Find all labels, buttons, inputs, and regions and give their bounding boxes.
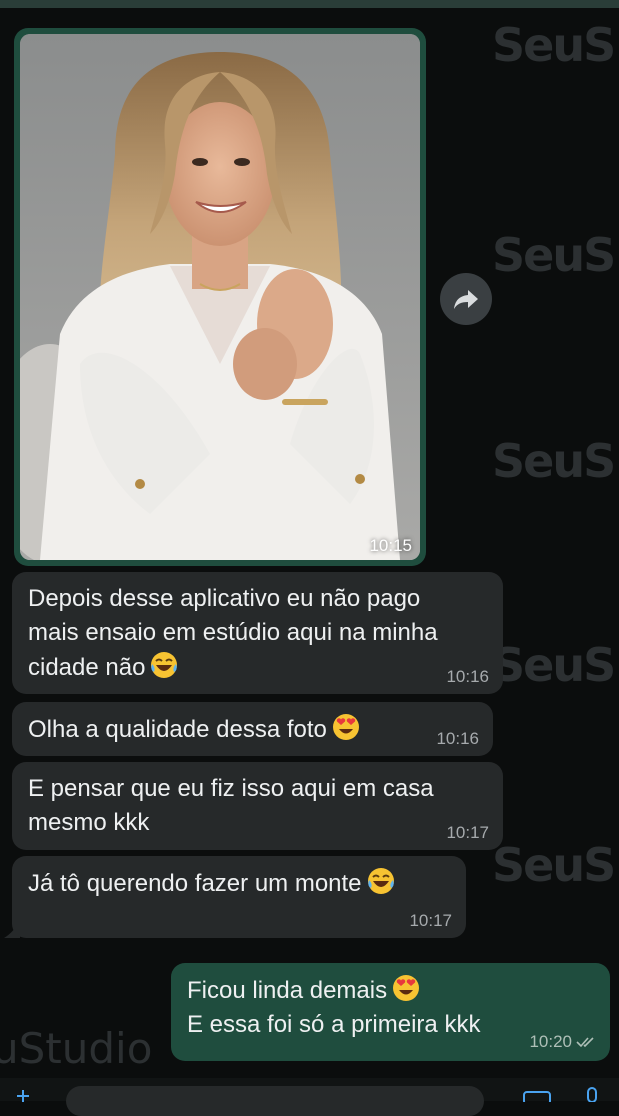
message-time-status: 10:20 — [529, 1032, 596, 1052]
watermark: SeuS — [492, 434, 616, 488]
message-text: Olha a qualidade dessa foto — [28, 716, 327, 743]
outgoing-message[interactable]: Ficou linda demais E essa foi só a prime… — [171, 963, 610, 1061]
incoming-message[interactable]: Já tô querendo fazer um monte 10:17 — [12, 856, 466, 938]
camera-icon[interactable] — [520, 1088, 554, 1102]
message-time: 10:17 — [409, 911, 452, 930]
watermark-bottom: uStudio — [0, 1024, 153, 1073]
message-text: E pensar que eu fiz isso aqui em casa me… — [28, 775, 434, 836]
forward-arrow-icon — [454, 290, 478, 309]
portrait-photo[interactable] — [20, 34, 420, 560]
message-text: Já tô querendo fazer um monte — [28, 870, 362, 897]
message-text-line-1: Ficou linda demais — [187, 973, 594, 1008]
incoming-message[interactable]: Depois desse aplicativo eu não pago mais… — [12, 572, 503, 694]
bubble-tail — [4, 920, 20, 938]
message-time: 10:20 — [529, 1032, 572, 1051]
watermark: SeuS — [492, 638, 616, 692]
heart-eyes-emoji-icon — [332, 714, 359, 740]
laughing-tears-emoji-icon — [151, 652, 178, 678]
laughing-tears-emoji-icon — [367, 868, 394, 894]
message-time: 10:16 — [446, 667, 489, 686]
double-check-read-icon — [576, 1037, 594, 1048]
message-input[interactable] — [66, 1086, 484, 1116]
message-text: Depois desse aplicativo eu não pago mais… — [28, 585, 438, 681]
heart-eyes-emoji-icon — [393, 975, 420, 1001]
message-time: 10:16 — [436, 729, 479, 748]
portrait-illustration — [20, 34, 420, 560]
image-message-bubble[interactable]: 10:15 — [14, 28, 426, 566]
message-time: 10:17 — [446, 823, 489, 842]
watermark: SeuS — [492, 18, 616, 72]
watermark: SeuS — [492, 838, 616, 892]
top-strip — [0, 0, 619, 8]
plus-icon[interactable] — [14, 1088, 32, 1102]
incoming-message[interactable]: E pensar que eu fiz isso aqui em casa me… — [12, 762, 503, 850]
microphone-icon[interactable] — [582, 1086, 602, 1102]
watermark: SeuS — [492, 228, 616, 282]
forward-button[interactable] — [440, 273, 492, 325]
message-time: 10:15 — [369, 536, 412, 555]
incoming-message[interactable]: Olha a qualidade dessa foto 10:16 — [12, 702, 493, 756]
